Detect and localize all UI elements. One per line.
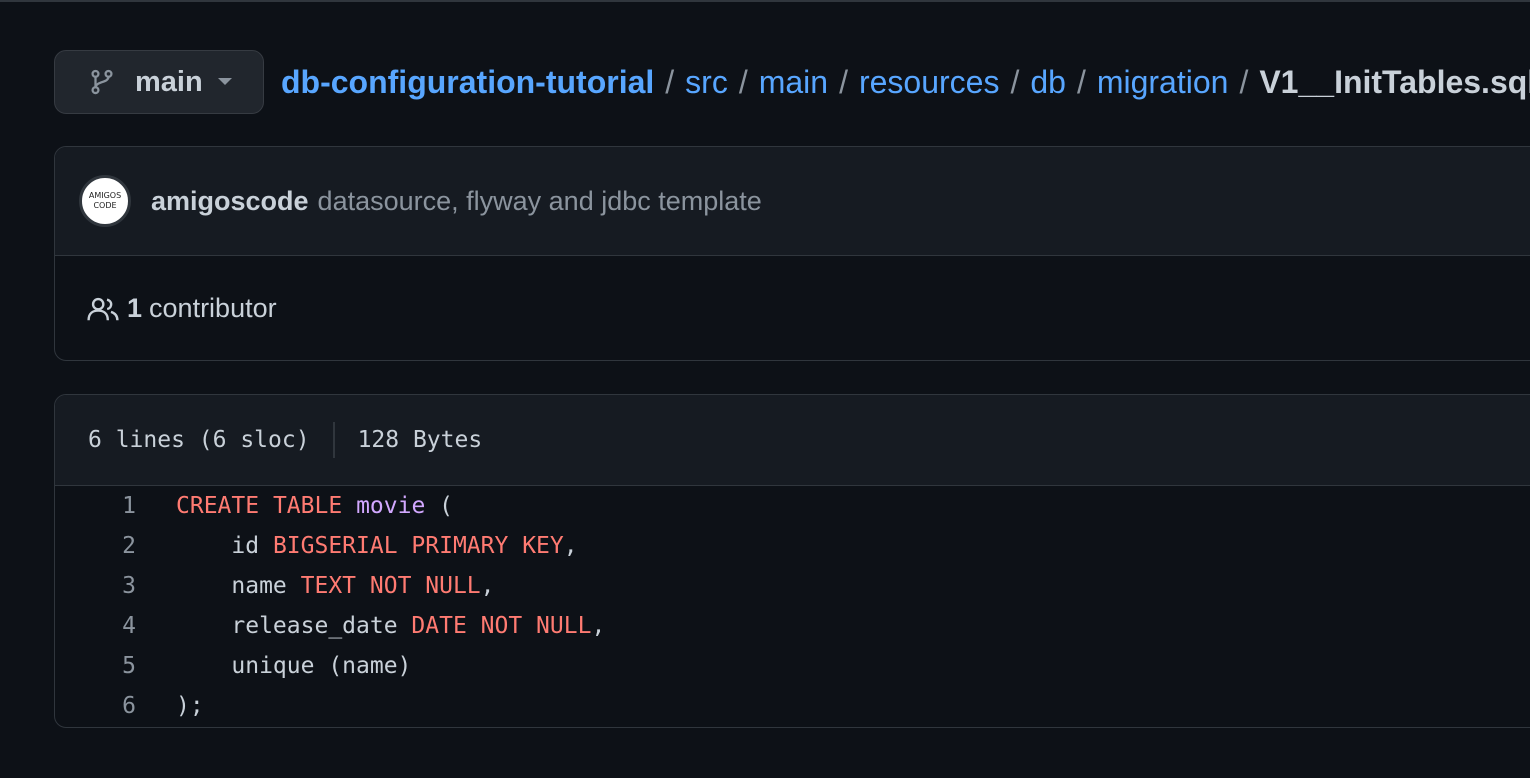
code-block: 1 CREATE TABLE movie (2 id BIGSERIAL PRIM…	[55, 486, 1530, 726]
commit-header: AMIGOS CODE amigoscode datasource, flywa…	[55, 147, 1530, 256]
code-line: 3 name TEXT NOT NULL,	[55, 566, 1530, 606]
breadcrumb-main-link[interactable]: main	[759, 64, 828, 101]
line-code: id BIGSERIAL PRIMARY KEY,	[176, 533, 578, 559]
code-text: );	[176, 693, 204, 719]
file-line-count: 6 lines (6 sloc)	[88, 427, 310, 453]
breadcrumb-migration-link[interactable]: migration	[1097, 64, 1229, 101]
contributor-count: 1	[127, 293, 143, 323]
line-number[interactable]: 6	[55, 693, 136, 719]
sql-keyword: DATE	[411, 613, 467, 639]
commit-message-link[interactable]: datasource, flyway and jdbc template	[318, 186, 762, 217]
code-line: 6);	[55, 686, 1530, 726]
breadcrumb-separator: /	[738, 63, 748, 100]
sql-keyword: PRIMARY KEY	[411, 533, 564, 559]
avatar-logo: AMIGOS CODE	[89, 191, 121, 211]
line-number[interactable]: 3	[55, 573, 136, 599]
line-code: CREATE TABLE movie (	[176, 493, 453, 519]
commit-author-link[interactable]: amigoscode	[151, 186, 309, 217]
breadcrumb-separator: /	[1239, 63, 1249, 100]
line-code: unique (name)	[176, 653, 411, 679]
line-number[interactable]: 4	[55, 613, 136, 639]
code-text: id	[176, 533, 273, 559]
code-text: (	[425, 493, 454, 519]
breadcrumb-separator: /	[1076, 63, 1086, 100]
breadcrumb-src-link[interactable]: src	[685, 64, 728, 101]
line-code: name TEXT NOT NULL,	[176, 573, 495, 599]
breadcrumb-separator: /	[1010, 63, 1020, 100]
code-text: name	[176, 573, 301, 599]
code-text: ,	[480, 573, 495, 599]
breadcrumb-separator: /	[665, 63, 675, 100]
line-number[interactable]: 2	[55, 533, 136, 559]
contributors-row[interactable]: 1 contributor	[55, 256, 1530, 360]
sql-keyword: BIGSERIAL	[272, 533, 398, 559]
file-info-divider	[332, 422, 335, 458]
code-text: unique (name)	[176, 653, 412, 679]
code-line: 2 id BIGSERIAL PRIMARY KEY,	[55, 526, 1530, 566]
breadcrumb: db-configuration-tutorial / src / main /…	[281, 58, 1530, 106]
avatar-logo-line1: AMIGOS	[88, 191, 122, 200]
line-code: release_date DATE NOT NULL,	[176, 613, 605, 639]
breadcrumb-current-file: V1__InitTables.sql	[1259, 63, 1530, 100]
sql-table-name: movie	[356, 493, 426, 519]
sql-keyword: TEXT	[300, 573, 357, 599]
breadcrumb-db-link[interactable]: db	[1030, 64, 1066, 101]
sql-keyword: NOT NULL	[480, 613, 592, 639]
file-size: 128 Bytes	[357, 427, 483, 453]
line-number[interactable]: 5	[55, 653, 136, 679]
contributor-label: contributor	[149, 293, 277, 323]
sql-keyword: NOT NULL	[369, 573, 481, 599]
code-line: 5 unique (name)	[55, 646, 1530, 686]
file-info-header: 6 lines (6 sloc) 128 Bytes	[55, 395, 1530, 486]
file-view: 6 lines (6 sloc) 128 Bytes 1 CREATE TABLE…	[54, 394, 1530, 728]
code-line: 4 release_date DATE NOT NULL,	[55, 606, 1530, 646]
code-text: ,	[591, 613, 606, 639]
breadcrumb-repo-link[interactable]: db-configuration-tutorial	[281, 64, 654, 101]
line-code: );	[176, 693, 204, 719]
code-text: release_date	[176, 613, 412, 639]
avatar[interactable]: AMIGOS CODE	[79, 175, 131, 227]
latest-commit-box: AMIGOS CODE amigoscode datasource, flywa…	[54, 146, 1530, 361]
line-number[interactable]: 1	[55, 493, 136, 519]
branch-select-button[interactable]: main	[54, 50, 264, 114]
code-text: ,	[563, 533, 578, 559]
top-border	[0, 0, 1530, 2]
sql-keyword: CREATE	[176, 493, 260, 519]
people-icon	[87, 297, 119, 320]
breadcrumb-resources-link[interactable]: resources	[859, 64, 1000, 101]
code-line: 1 CREATE TABLE movie (	[55, 486, 1530, 526]
branch-name: main	[135, 65, 203, 98]
git-branch-icon	[91, 69, 113, 95]
breadcrumb-separator: /	[839, 63, 848, 100]
avatar-logo-line2: CODE	[93, 201, 117, 210]
triangle-down-icon	[217, 78, 232, 85]
sql-keyword: TABLE	[272, 493, 343, 519]
